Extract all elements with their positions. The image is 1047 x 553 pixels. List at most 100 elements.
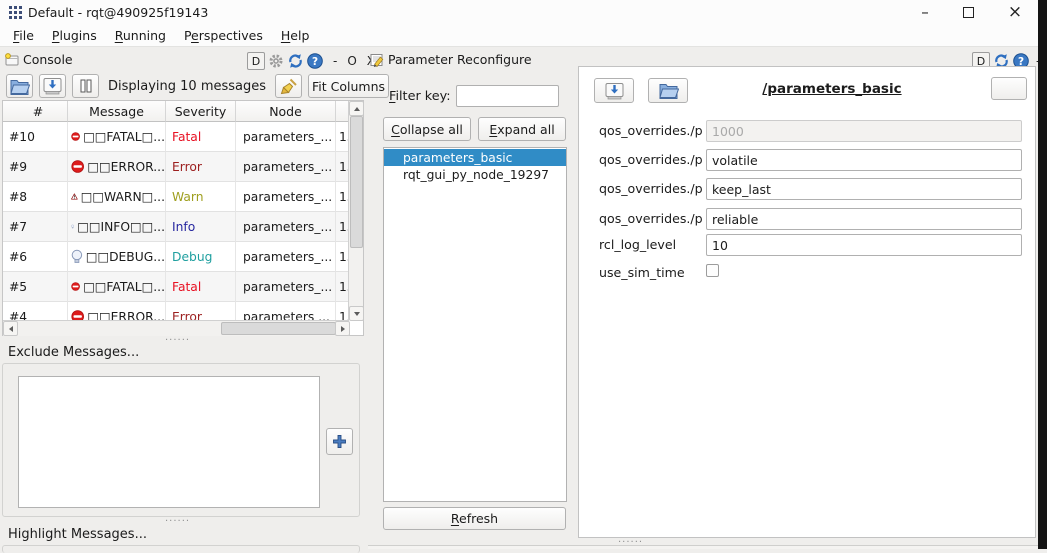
clear-messages-button[interactable] xyxy=(275,74,302,98)
save-params-button[interactable] xyxy=(594,78,634,103)
save-messages-button[interactable] xyxy=(39,74,66,98)
arrow-left-icon xyxy=(9,326,13,332)
param-input-reliability[interactable] xyxy=(706,208,1022,230)
parameter-detail-panel: /parameters_basic qos_overrides./pa qos_… xyxy=(578,66,1036,538)
no-entry-icon xyxy=(71,129,80,144)
plus-icon xyxy=(332,434,347,449)
node-tree-item-rqt-gui-py-node[interactable]: rqt_gui_py_node_19297 xyxy=(384,166,566,183)
menu-perspectives[interactable]: Perspectives xyxy=(175,26,272,45)
pause-button[interactable] xyxy=(72,74,99,98)
notepad-pencil-icon xyxy=(370,53,384,67)
exclude-messages-label: Exclude Messages... xyxy=(8,345,139,360)
param-input-history[interactable] xyxy=(706,178,1022,200)
scroll-down-button[interactable] xyxy=(349,306,364,321)
table-row[interactable]: #8 □□WARN□... Warn parameters_... 13 xyxy=(3,182,349,212)
warning-icon xyxy=(71,189,78,204)
message-count-status: Displaying 10 messages xyxy=(108,79,266,94)
highlight-messages-group xyxy=(2,545,360,553)
console-panel-controls: D ? - O X xyxy=(247,52,375,70)
splitter-handle[interactable]: ······ xyxy=(165,338,190,344)
collapse-all-button[interactable]: Collapse all xyxy=(383,117,471,141)
param-label: rcl_log_level xyxy=(599,237,703,252)
no-entry-icon xyxy=(71,159,84,174)
exclude-filter-list[interactable] xyxy=(18,376,320,508)
col-header-node[interactable]: Node xyxy=(236,101,336,122)
minimize-icon: – xyxy=(921,3,929,21)
param-input-depth xyxy=(706,120,1022,142)
bottom-divider xyxy=(368,545,1038,549)
detail-corner-button[interactable] xyxy=(991,77,1027,100)
filter-key-label: Filter key: xyxy=(389,89,451,104)
refresh-icon[interactable] xyxy=(287,53,304,69)
window-title: Default - rqt@490925f19143 xyxy=(28,5,208,20)
horizontal-scrollbar[interactable] xyxy=(3,320,349,336)
selected-node-title: /parameters_basic xyxy=(689,81,975,97)
menubar: File Plugins Running Perspectives Help xyxy=(0,24,1047,47)
menu-plugins[interactable]: Plugins xyxy=(43,26,106,45)
panel-minimize-button[interactable]: - xyxy=(333,54,337,68)
param-label: qos_overrides./pa xyxy=(599,211,703,226)
expand-all-button[interactable]: Expand all xyxy=(478,117,566,141)
col-header-num[interactable]: # xyxy=(3,101,68,122)
table-row[interactable]: #6 □□DEBUG... Debug parameters_... 13 xyxy=(3,242,349,272)
table-row[interactable]: #10 □□FATAL□... Fatal parameters_... 13 xyxy=(3,122,349,152)
dock-button[interactable]: D xyxy=(247,52,265,70)
bulb-icon xyxy=(71,249,83,264)
splitter-handle[interactable]: ······ xyxy=(165,519,190,525)
fit-columns-button[interactable]: Fit Columns xyxy=(308,74,389,98)
arrow-up-icon xyxy=(354,107,360,111)
table-row[interactable]: #9 □□ERROR... Error parameters_... 13 xyxy=(3,152,349,182)
refresh-nodes-button[interactable]: Refresh xyxy=(383,507,566,530)
panel-maximize-button[interactable]: O xyxy=(347,54,356,68)
use-sim-time-checkbox[interactable] xyxy=(706,264,719,277)
help-icon[interactable]: ? xyxy=(307,53,323,69)
node-tree-item-parameters-basic[interactable]: parameters_basic xyxy=(384,149,566,166)
node-tree: parameters_basic rqt_gui_py_node_19297 xyxy=(383,147,567,502)
pause-icon xyxy=(79,79,93,93)
menu-running[interactable]: Running xyxy=(106,26,175,45)
highlight-messages-label: Highlight Messages... xyxy=(8,527,147,542)
col-header-message[interactable]: Message xyxy=(68,101,166,122)
maximize-icon xyxy=(963,7,974,18)
arrow-right-icon xyxy=(341,326,345,332)
vertical-scroll-thumb[interactable] xyxy=(350,116,363,248)
table-header-row: # Message Severity Node xyxy=(3,101,349,122)
param-input-durability[interactable] xyxy=(706,149,1022,171)
add-exclude-filter-button[interactable] xyxy=(326,428,353,455)
load-messages-button[interactable] xyxy=(6,74,33,98)
table-row[interactable]: #4 □□ERROR... Error parameters ... 13 xyxy=(3,302,349,321)
console-icon xyxy=(5,53,19,66)
settings-gear-icon[interactable] xyxy=(268,53,284,69)
window-close-button[interactable]: × xyxy=(1000,0,1030,24)
exclude-messages-group xyxy=(2,363,360,517)
broom-icon xyxy=(280,78,298,95)
load-params-button[interactable] xyxy=(648,78,688,103)
scroll-right-button[interactable] xyxy=(335,321,350,336)
open-folder-icon xyxy=(9,78,30,95)
close-icon: × xyxy=(1008,2,1022,22)
menu-file[interactable]: File xyxy=(4,26,43,45)
window-titlebar: Default - rqt@490925f19143 – × xyxy=(0,0,1047,24)
console-panel-title: Console xyxy=(5,52,73,67)
param-label: qos_overrides./pa xyxy=(599,152,703,167)
window-minimize-button[interactable]: – xyxy=(910,0,940,24)
scroll-left-button[interactable] xyxy=(3,321,18,336)
no-entry-icon xyxy=(71,279,80,294)
window-maximize-button[interactable] xyxy=(953,0,983,24)
save-icon xyxy=(604,82,625,100)
vertical-scrollbar[interactable] xyxy=(348,101,363,320)
screen-edge xyxy=(1038,0,1047,549)
console-title-label: Console xyxy=(23,52,73,67)
col-header-severity[interactable]: Severity xyxy=(166,101,236,122)
horizontal-scroll-thumb[interactable] xyxy=(221,322,336,335)
filter-key-input[interactable] xyxy=(456,85,559,107)
table-row[interactable]: #7 □□INFO□□... Info parameters_... 13 xyxy=(3,212,349,242)
menu-help[interactable]: Help xyxy=(272,26,319,45)
reconfigure-panel-title: Parameter Reconfigure xyxy=(370,52,532,67)
scroll-up-button[interactable] xyxy=(349,101,364,116)
param-label: use_sim_time xyxy=(599,265,703,280)
reconfigure-title-label: Parameter Reconfigure xyxy=(388,52,532,67)
table-row[interactable]: #5 □□FATAL□... Fatal parameters_... 13 xyxy=(3,272,349,302)
param-input-rcl-log-level[interactable] xyxy=(706,234,1022,256)
arrow-down-icon xyxy=(354,312,360,316)
